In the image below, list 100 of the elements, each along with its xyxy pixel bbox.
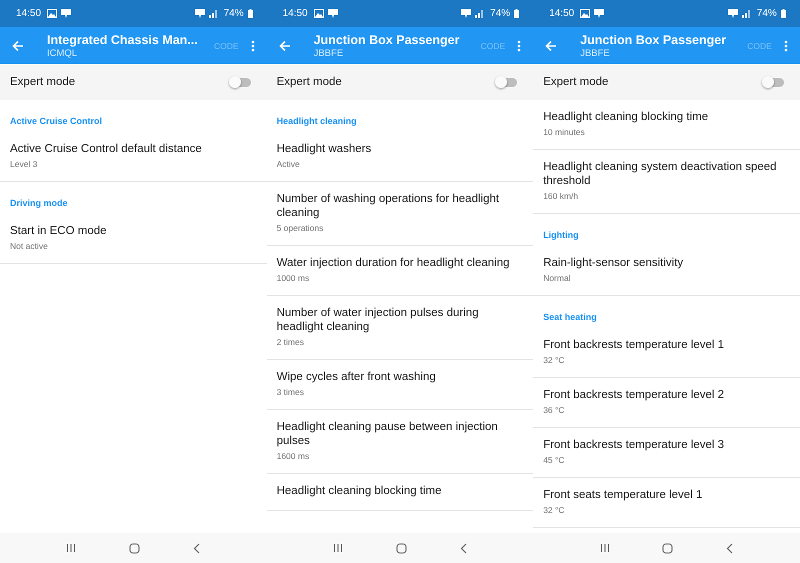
section-header: Driving mode — [9, 197, 69, 210]
battery-level: 74% — [756, 8, 777, 19]
setting-item[interactable]: Headlight cleaning pause between injection pulses 1600 ms — [266, 410, 534, 474]
message-icon — [728, 9, 738, 18]
screen-title: Junction Box Passenger — [314, 32, 460, 46]
back-arrow-icon[interactable] — [278, 40, 291, 52]
home-icon[interactable] — [129, 542, 140, 554]
screen-title: Integrated Chassis Man... — [47, 32, 199, 46]
setting-title: Number of water injection pulses during headlight cleaning — [276, 306, 480, 334]
battery-icon — [780, 9, 786, 18]
home-icon[interactable] — [662, 542, 674, 554]
setting-item[interactable]: Wipe cycles after front washing 3 times — [266, 360, 534, 410]
back-icon[interactable] — [460, 542, 467, 554]
status-time: 14:50 — [549, 8, 574, 19]
setting-value: 32 °C — [543, 505, 566, 515]
setting-item[interactable]: Active Cruise Control default distance Level 3 — [0, 132, 267, 182]
image-icon — [314, 9, 324, 18]
back-icon[interactable] — [726, 542, 734, 554]
image-icon — [580, 9, 590, 18]
setting-title: Headlight cleaning system deactivation speed threshold — [543, 160, 778, 188]
setting-item[interactable]: Headlight cleaning blocking time 10 minutes — [533, 100, 800, 150]
setting-value: 3 times — [276, 387, 305, 397]
setting-title: Start in ECO mode — [10, 224, 108, 238]
battery-icon — [514, 9, 520, 18]
back-arrow-icon[interactable] — [545, 40, 558, 52]
setting-title: Headlight cleaning pause between injection pulses — [276, 420, 499, 448]
setting-value: Level 3 — [10, 159, 38, 169]
message-icon — [461, 9, 472, 18]
expert-mode-toggle[interactable] — [764, 78, 784, 86]
setting-value: 5 operations — [276, 223, 324, 233]
more-menu-icon[interactable] — [517, 40, 522, 52]
battery-level: 74% — [224, 8, 244, 19]
section-header: Lighting — [542, 229, 580, 242]
setting-item[interactable]: Front backrests temperature level 1 32 °C — [533, 328, 800, 378]
setting-value: 160 km/h — [543, 191, 580, 201]
expert-mode-label: Expert mode — [276, 76, 343, 88]
setting-title: Number of washing operations for headlight cleaning — [276, 192, 500, 220]
recent-apps-icon[interactable] — [600, 543, 610, 553]
message-icon — [328, 9, 338, 18]
setting-value: 36 °C — [543, 405, 566, 415]
expert-mode-label: Expert mode — [10, 76, 76, 88]
setting-title: Headlight cleaning blocking time — [276, 484, 443, 498]
section-header: Seat heating — [542, 311, 598, 324]
setting-item[interactable]: Start in ECO mode Not active — [0, 214, 267, 264]
setting-title: Wipe cycles after front washing — [276, 370, 437, 384]
message-icon — [194, 9, 205, 18]
setting-value: Not active — [10, 241, 49, 251]
image-icon — [47, 9, 58, 18]
back-arrow-icon[interactable] — [12, 40, 24, 52]
signal-icon — [742, 9, 751, 18]
screen-title: Junction Box Passenger — [580, 32, 728, 46]
section-header: Active Cruise Control — [9, 115, 104, 128]
setting-title: Front backrests temperature level 3 — [543, 438, 726, 452]
screen-subtitle: ICMQL — [47, 48, 78, 58]
signal-icon — [208, 9, 218, 18]
setting-item[interactable]: Number of washing operations for headlight cleaning 5 operations — [266, 182, 534, 246]
setting-value: 45 °C — [543, 455, 566, 465]
expert-mode-label: Expert mode — [543, 76, 610, 88]
more-menu-icon[interactable] — [784, 40, 788, 52]
setting-title: Rain-light-sensor sensitivity — [543, 256, 684, 270]
signal-icon — [475, 9, 484, 18]
more-menu-icon[interactable] — [250, 40, 255, 52]
setting-title: Front backrests temperature level 2 — [543, 388, 726, 402]
battery-level: 74% — [490, 8, 510, 19]
section-header: Headlight cleaning — [276, 115, 358, 128]
setting-item[interactable]: Headlight washers Active — [266, 132, 534, 182]
expert-mode-toggle[interactable] — [230, 78, 251, 86]
setting-item[interactable]: Rain-light-sensor sensitivity Normal — [533, 246, 800, 296]
home-icon[interactable] — [396, 542, 407, 554]
setting-value: 2 times — [276, 337, 305, 347]
message-icon — [61, 9, 72, 18]
back-icon[interactable] — [193, 542, 200, 554]
setting-value: 1600 ms — [276, 451, 310, 461]
expert-mode-toggle[interactable] — [497, 78, 518, 86]
setting-value: 32 °C — [543, 355, 566, 365]
setting-value: Active — [276, 159, 301, 169]
setting-value: 10 minutes — [543, 127, 586, 137]
status-time: 14:50 — [16, 8, 42, 19]
setting-title: Active Cruise Control default distance — [10, 142, 203, 156]
recent-apps-icon[interactable] — [66, 543, 76, 553]
status-time: 14:50 — [282, 8, 308, 19]
setting-item[interactable]: Number of water injection pulses during headlight cleaning 2 times — [266, 296, 534, 360]
recent-apps-icon[interactable] — [333, 543, 344, 553]
setting-title: Front seats temperature level 1 — [543, 488, 704, 502]
setting-item[interactable]: Front seats temperature level 1 32 °C — [533, 478, 800, 528]
screen-subtitle: JBBFE — [314, 48, 344, 58]
battery-icon — [248, 9, 253, 18]
setting-title: Headlight cleaning blocking time — [543, 110, 710, 124]
screen-subtitle: JBBFE — [580, 48, 611, 58]
setting-title: Water injection duration for headlight cleaning — [276, 256, 511, 270]
setting-item[interactable]: Front backrests temperature level 2 36 °C — [533, 378, 800, 428]
setting-title: Headlight washers — [276, 142, 372, 156]
setting-item[interactable]: Water injection duration for headlight cleaning 1000 ms — [266, 246, 534, 296]
setting-title: Front backrests temperature level 1 — [543, 338, 726, 352]
setting-item[interactable]: Front backrests temperature level 3 45 °C — [533, 428, 800, 478]
setting-item[interactable]: Headlight cleaning system deactivation speed threshold 160 km/h — [533, 150, 800, 214]
setting-item[interactable]: Headlight cleaning blocking time — [266, 474, 534, 511]
setting-value: Normal — [543, 273, 572, 283]
setting-value: 1000 ms — [276, 273, 310, 283]
message-icon — [594, 9, 604, 18]
